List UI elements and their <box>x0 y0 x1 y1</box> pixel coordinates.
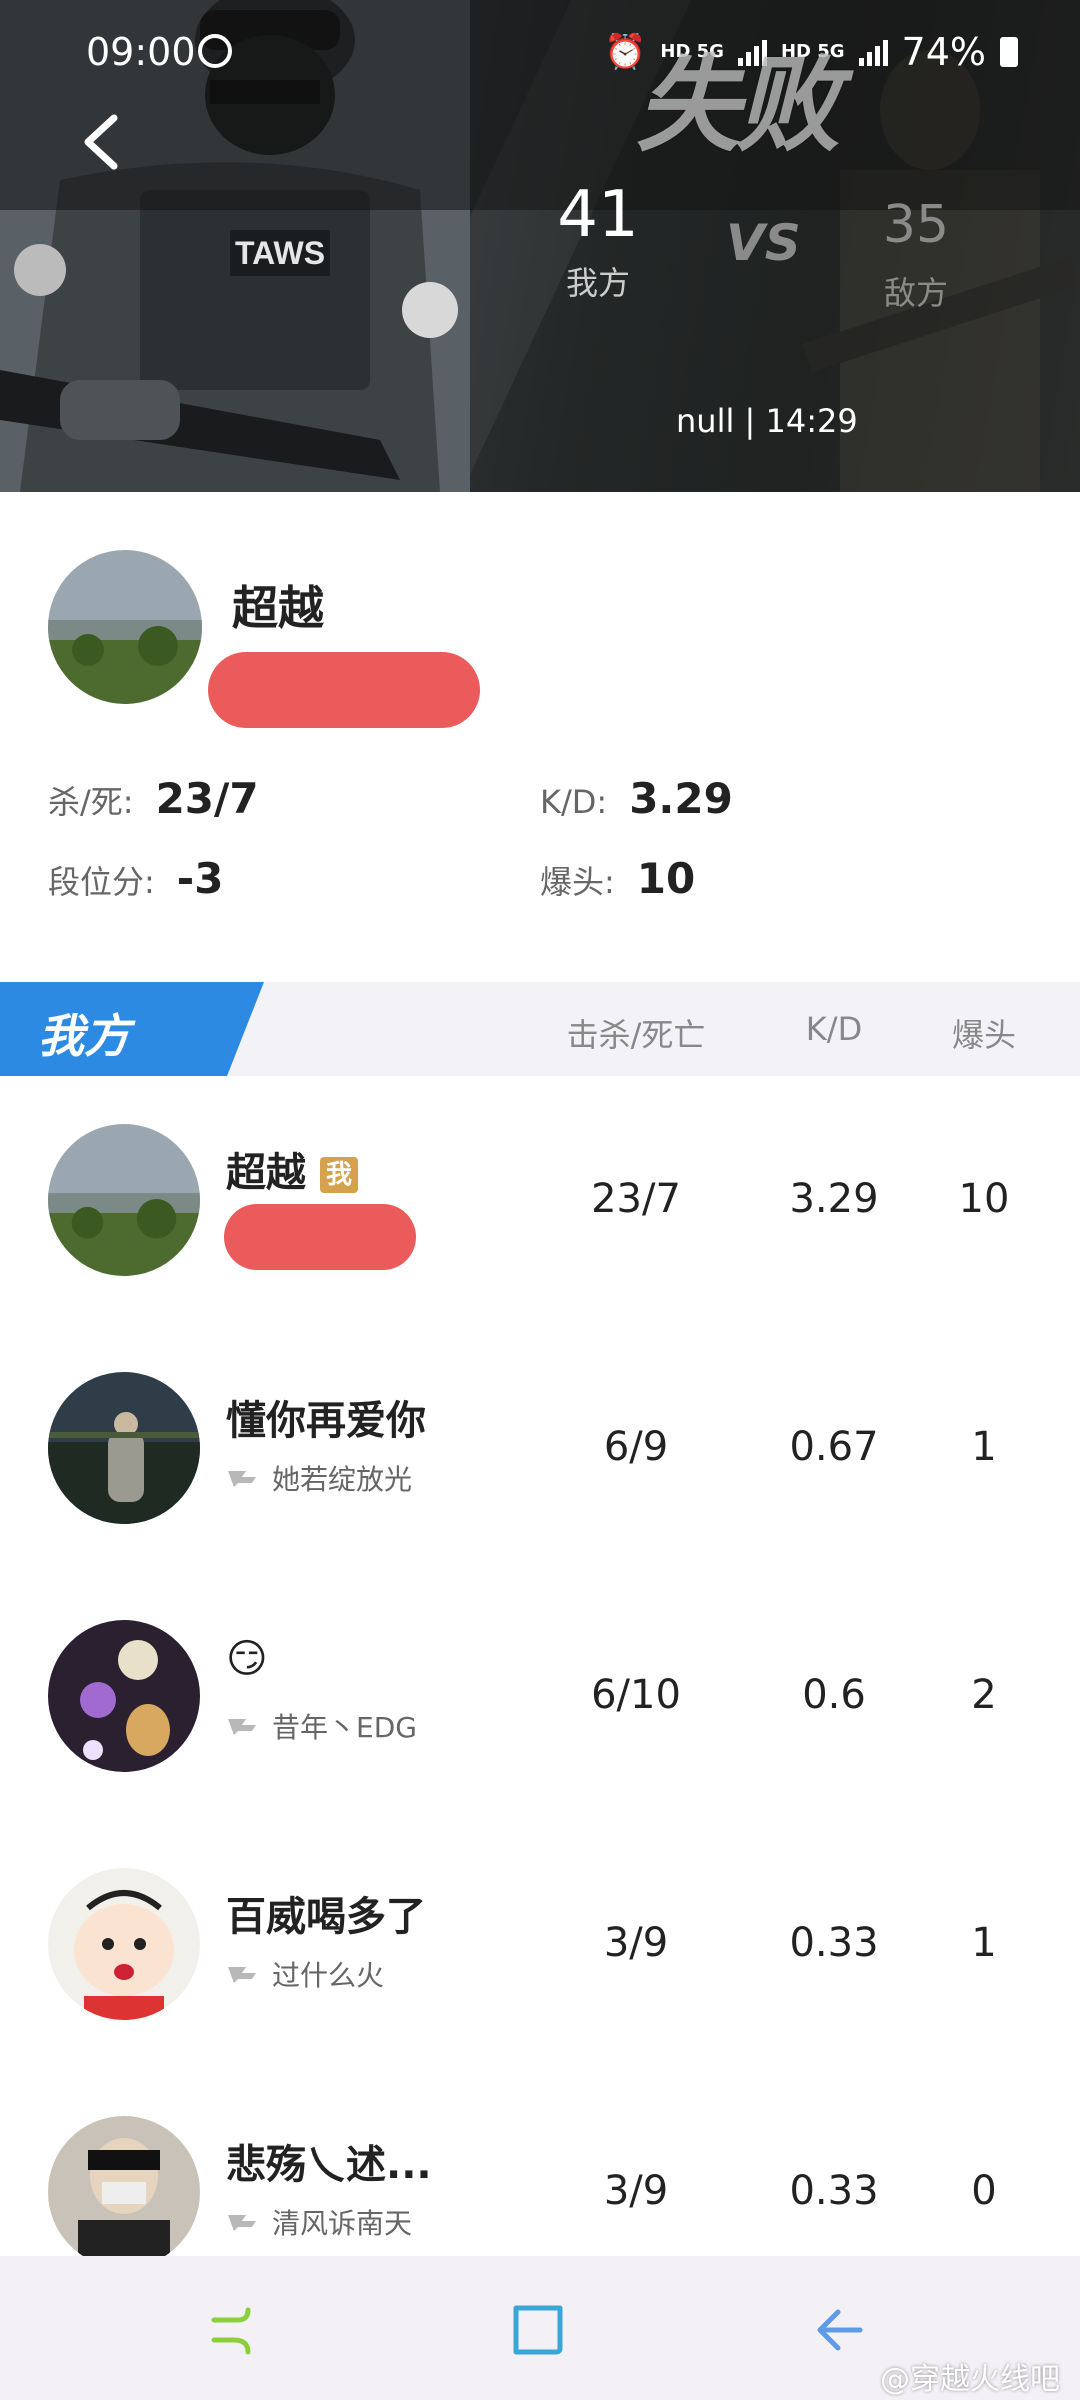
row-kd: 0.33 <box>789 1920 879 1966</box>
column-kd: K/D <box>805 1010 863 1048</box>
row-kd: 3.29 <box>789 1176 879 1222</box>
row-headshots: 10 <box>958 1176 1010 1222</box>
row-kills-deaths: 23/7 <box>591 1176 681 1222</box>
player-row-sub: 她若绽放光 <box>226 1458 412 1498</box>
player-row[interactable]: 😏 昔年丶EDG 6/10 0.6 2 <box>0 1572 1080 1820</box>
row-clan-name: 昔年丶EDG <box>272 1711 417 1744</box>
team-table-header: 我方 击杀/死亡 K/D 爆头 <box>0 982 1080 1076</box>
row-kd: 0.33 <box>789 2168 879 2214</box>
player-avatar[interactable] <box>48 2116 200 2268</box>
stat-kd-ratio: K/D: 3.29 <box>540 774 733 823</box>
watermark: @穿越火线吧 <box>880 2362 1060 2397</box>
stat-label: K/D: <box>540 783 608 821</box>
stat-label: 爆头: <box>540 863 615 901</box>
team-tab[interactable]: 我方 <box>0 982 264 1076</box>
enemy-score: 35 敌方 <box>866 190 966 314</box>
player-row[interactable]: 懂你再爱你 她若绽放光 6/9 0.67 1 <box>0 1324 1080 1572</box>
row-kills-deaths: 6/9 <box>603 1424 669 1470</box>
row-headshots: 1 <box>971 1920 997 1966</box>
team-tab-label: 我方 <box>38 1009 130 1063</box>
player-avatar[interactable] <box>48 1372 200 1524</box>
sync-icon <box>198 34 232 68</box>
cf-clan-icon <box>228 1967 256 1983</box>
recent-apps-icon[interactable] <box>204 2298 268 2362</box>
stat-headshots: 爆头: 10 <box>540 854 695 903</box>
player-name: 超越 <box>232 581 324 635</box>
cf-clan-icon <box>228 1719 256 1735</box>
player-avatar[interactable] <box>48 1620 200 1772</box>
player-row-name: 悲殇乀述... <box>226 2142 432 2188</box>
redacted-mark <box>224 1204 416 1270</box>
stat-rank-points: 段位分: -3 <box>48 854 223 903</box>
stat-value: 3.29 <box>629 774 733 823</box>
row-clan-name: 她若绽放光 <box>272 1463 413 1496</box>
cf-clan-icon <box>228 2215 256 2231</box>
redacted-mark <box>208 652 480 728</box>
player-row[interactable]: 超越我 23/7 3.29 10 <box>0 1076 1080 1324</box>
player-row-name: 😏 <box>226 1636 268 1682</box>
our-score-label: 我方 <box>565 264 630 302</box>
svg-text:TAWS: TAWS <box>235 235 325 271</box>
our-score: 41 我方 <box>548 180 648 304</box>
home-icon[interactable] <box>506 2298 570 2362</box>
stat-label: 杀/死: <box>48 783 134 821</box>
player-row-name: 懂你再爱你 <box>226 1398 426 1444</box>
battery-percent: 74% <box>901 30 986 74</box>
row-clan-name: 清风诉南天 <box>272 2207 413 2240</box>
stat-value: 23/7 <box>155 774 259 823</box>
stat-kills-deaths: 杀/死: 23/7 <box>48 774 259 823</box>
player-row-sub: 昔年丶EDG <box>226 1706 417 1746</box>
enemy-score-value: 35 <box>882 195 950 255</box>
player-avatar[interactable] <box>48 1868 200 2020</box>
match-meta: null | 14:29 <box>676 402 858 440</box>
player-avatar[interactable] <box>48 1124 200 1276</box>
stat-label: 段位分: <box>48 863 155 901</box>
row-headshots: 2 <box>971 1672 997 1718</box>
match-banner: TAWS 09:00 ⏰ HD 5G HD 5G 74% 失败 41 我方 VS… <box>0 0 1080 492</box>
row-kd: 0.67 <box>789 1424 879 1470</box>
column-headshots: 爆头 <box>951 1016 1016 1054</box>
system-nav-bar: @穿越火线吧 <box>0 2256 1080 2400</box>
player-row-sub: 清风诉南天 <box>226 2202 412 2242</box>
player-row-name: 百威喝多了 <box>226 1894 426 1940</box>
player-summary: 超越 杀/死: 23/7 K/D: 3.29 段位分: -3 爆头: 10 <box>0 492 1080 982</box>
back-arrow-icon[interactable] <box>74 110 130 174</box>
row-kills-deaths: 3/9 <box>603 1920 669 1966</box>
back-nav-icon[interactable] <box>810 2298 874 2362</box>
row-kd: 0.6 <box>802 1672 866 1718</box>
stat-value: -3 <box>176 854 224 903</box>
row-headshots: 0 <box>971 2168 997 2214</box>
row-kills-deaths: 3/9 <box>603 2168 669 2214</box>
match-result: 失败 <box>636 44 840 166</box>
player-row-sub: 过什么火 <box>226 1954 384 1994</box>
row-headshots: 1 <box>971 1424 997 1470</box>
status-time: 09:00 <box>86 30 196 74</box>
player-row-name: 超越我 <box>226 1140 358 1198</box>
row-clan-name: 过什么火 <box>272 1959 385 1992</box>
signal-icon-2 <box>858 38 888 66</box>
player-avatar[interactable] <box>48 550 202 704</box>
battery-icon <box>1000 37 1018 67</box>
status-bar: 09:00 ⏰ HD 5G HD 5G 74% <box>0 0 1080 104</box>
cf-clan-icon <box>228 1471 256 1487</box>
column-kills-deaths: 击杀/死亡 <box>566 1016 706 1054</box>
our-score-value: 41 <box>557 178 639 252</box>
player-row[interactable]: 百威喝多了 过什么火 3/9 0.33 1 <box>0 1820 1080 2068</box>
row-name-text: 超越 <box>226 1150 306 1196</box>
me-badge: 我 <box>320 1157 358 1193</box>
enemy-score-label: 敌方 <box>883 274 948 312</box>
stat-value: 10 <box>636 854 696 903</box>
row-kills-deaths: 6/10 <box>591 1672 681 1718</box>
vs-label: VS <box>726 214 801 272</box>
